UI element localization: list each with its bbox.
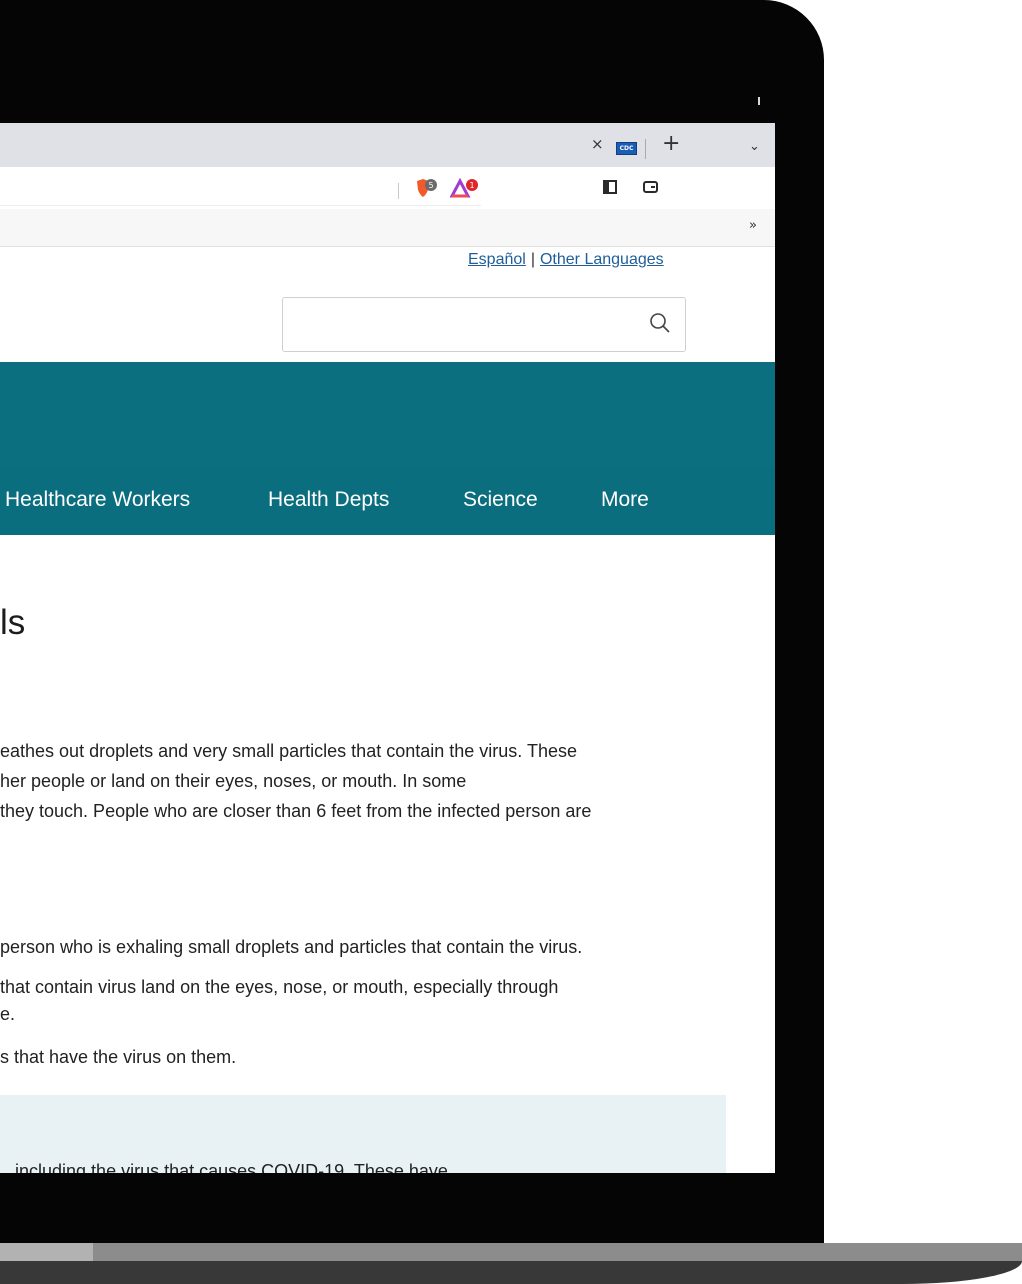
brave-rewards-icon[interactable]: 1 xyxy=(450,178,480,198)
tab-strip: × CDC + ⌄ xyxy=(0,123,775,167)
lang-link-other[interactable]: Other Languages xyxy=(540,251,664,268)
paragraph-line: they touch. People who are closer than 6… xyxy=(0,801,592,821)
wallet-icon[interactable] xyxy=(643,181,658,193)
nav-item-healthcare-workers[interactable]: Healthcare Workers xyxy=(5,488,190,512)
tab-separator xyxy=(645,139,646,159)
rewards-badge-count: 1 xyxy=(469,181,474,190)
nav-item-health-depts[interactable]: Health Depts xyxy=(268,488,389,512)
device-bezel: × CDC + ⌄ 5 1 » Español | Other Language… xyxy=(0,0,824,1245)
page-title: ls xyxy=(0,603,26,642)
device-hinge xyxy=(0,1243,1022,1261)
list-item-continued: e. xyxy=(0,1004,16,1024)
nav-item-more[interactable]: More xyxy=(601,488,649,512)
address-bar[interactable]: 5 1 xyxy=(0,171,481,206)
list-item: person who is exhaling small droplets an… xyxy=(0,937,583,957)
info-callout: ...including the virus that causes COVID… xyxy=(0,1095,726,1173)
tab-close-icon[interactable]: × xyxy=(591,135,604,153)
cdc-favicon-icon[interactable]: CDC xyxy=(616,142,637,155)
brave-shield-icon[interactable]: 5 xyxy=(414,178,438,198)
nav-item-science[interactable]: Science xyxy=(463,488,538,512)
paragraph-line: eathes out droplets and very small parti… xyxy=(0,741,577,761)
list-item: that contain virus land on the eyes, nos… xyxy=(0,977,559,997)
lang-separator: | xyxy=(530,251,535,268)
callout-text: ...including the virus that causes COVID… xyxy=(0,1161,448,1173)
language-links: Español | Other Languages xyxy=(468,251,664,269)
browser-toolbar: 5 1 xyxy=(0,167,775,209)
shield-badge-count: 5 xyxy=(428,181,433,190)
list-item: s that have the virus on them. xyxy=(0,1047,237,1067)
hinge-highlight xyxy=(0,1243,93,1261)
lang-link-espanol[interactable]: Español xyxy=(468,251,526,268)
address-bar-separator xyxy=(398,183,399,199)
device-base xyxy=(0,1261,1022,1284)
search-input[interactable] xyxy=(282,297,686,352)
site-banner xyxy=(0,362,775,466)
sidebar-toggle-icon[interactable] xyxy=(603,180,617,194)
tab-search-chevron-icon[interactable]: ⌄ xyxy=(749,139,760,154)
search-icon[interactable] xyxy=(649,312,671,334)
new-tab-button[interactable]: + xyxy=(662,133,680,155)
bookmarks-overflow-icon[interactable]: » xyxy=(749,218,757,233)
main-nav: Healthcare Workers Health Depts Science … xyxy=(0,466,775,535)
paragraph-line: her people or land on their eyes, noses,… xyxy=(0,771,467,791)
browser-screen: × CDC + ⌄ 5 1 » Español | Other Language… xyxy=(0,123,775,1173)
bookmarks-bar: » xyxy=(0,209,775,247)
camera-indicator xyxy=(758,97,760,105)
